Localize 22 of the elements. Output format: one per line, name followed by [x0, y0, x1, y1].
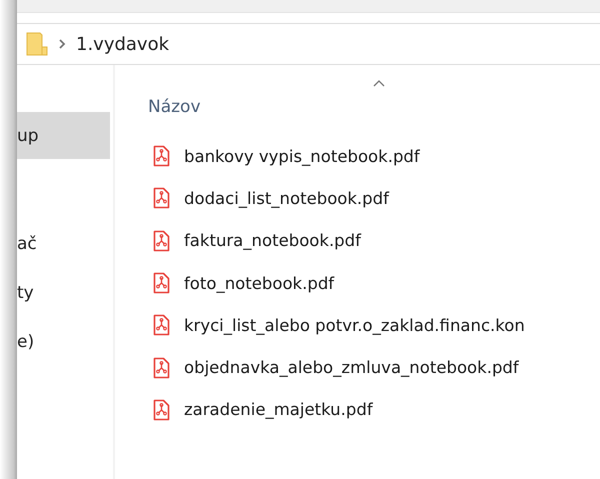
pdf-file-icon: [153, 230, 170, 252]
pdf-file-icon: [153, 187, 170, 210]
file-name[interactable]: dodaci_list_notebook.pdf: [184, 188, 389, 208]
breadcrumb-folder[interactable]: 1.vydavok: [76, 34, 170, 54]
sidebar-item[interactable]: up: [17, 126, 39, 146]
file-name[interactable]: objednavka_alebo_zmluva_notebook.pdf: [184, 358, 519, 378]
sidebar-item[interactable]: e): [17, 332, 34, 352]
file-name[interactable]: kryci_list_alebo potvr.o_zaklad.financ.kon: [184, 316, 525, 335]
sidebar-item[interactable]: ty: [17, 282, 34, 302]
file-name[interactable]: bankovy vypis_notebook.pdf: [184, 146, 420, 166]
pdf-file-icon: [153, 314, 170, 336]
pdf-file-icon: [153, 272, 170, 294]
pdf-file-icon: [153, 356, 170, 379]
sidebar-item[interactable]: ač: [17, 234, 37, 254]
pdf-file-icon: [153, 145, 170, 168]
pdf-file-icon: [153, 398, 170, 421]
folder-icon: [26, 32, 48, 56]
file-name[interactable]: foto_notebook.pdf: [184, 274, 334, 293]
column-header[interactable]: Názov: [148, 97, 201, 117]
file-name[interactable]: faktura_notebook.pdf: [184, 231, 361, 250]
file-name[interactable]: zaradenie_majetku.pdf: [184, 400, 373, 420]
chevron-right-icon[interactable]: [58, 39, 66, 49]
